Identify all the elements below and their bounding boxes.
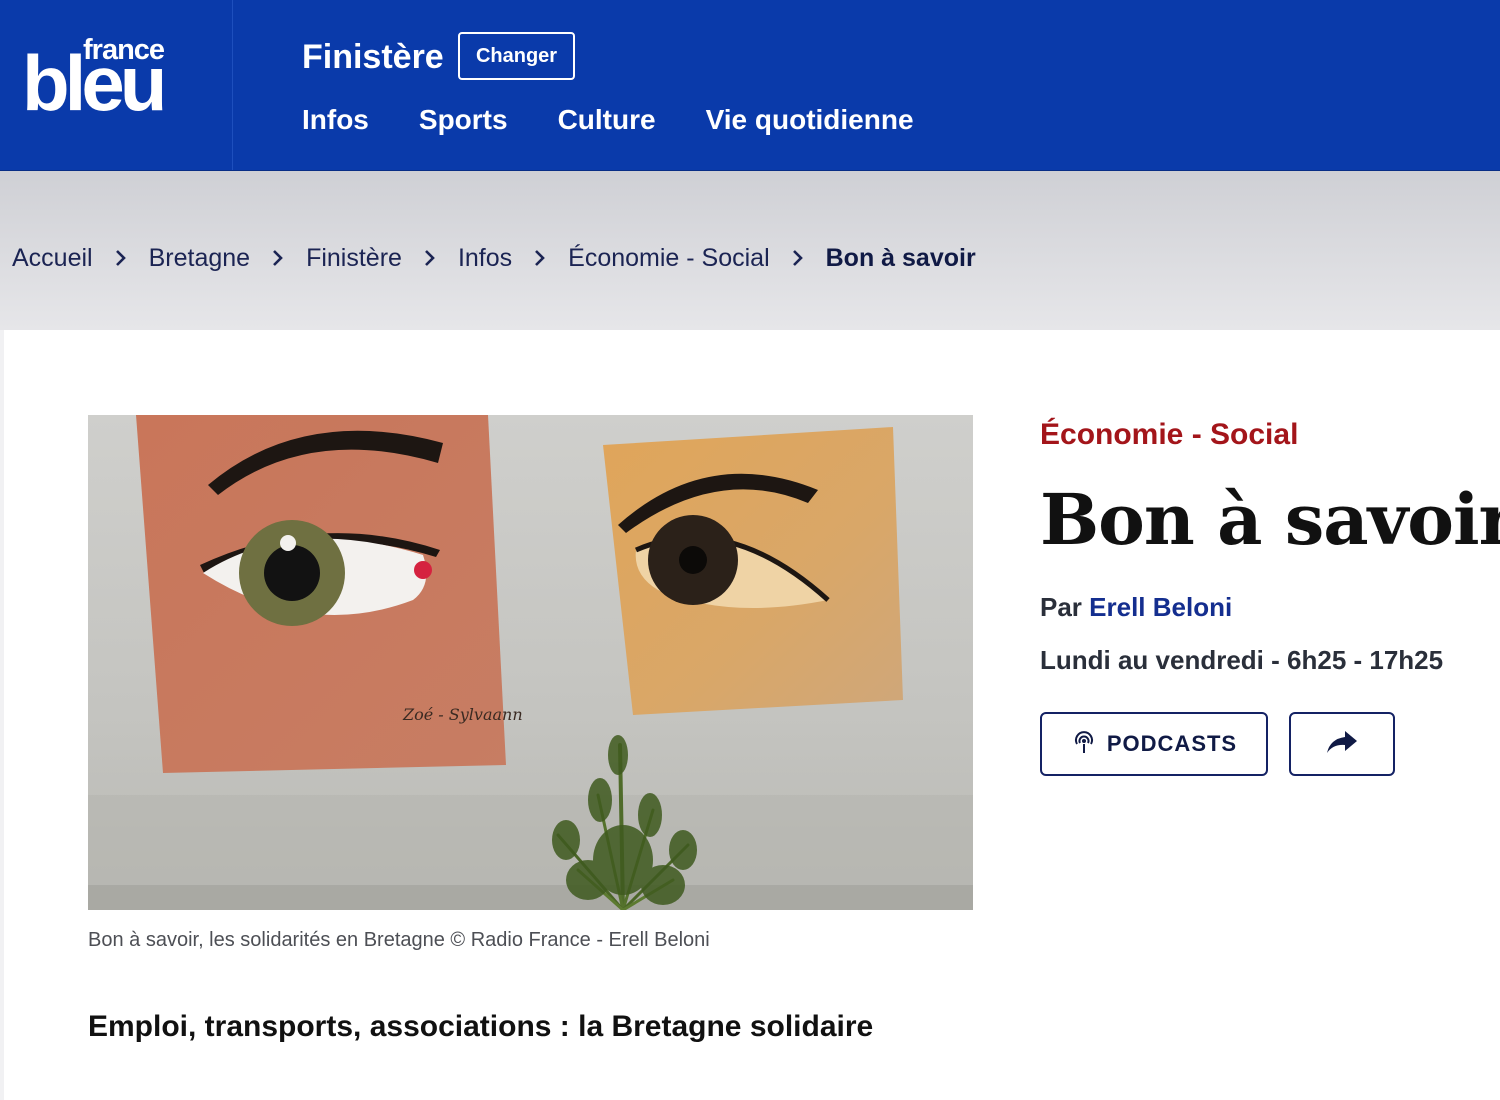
mural-illustration: Zoé - Sylvaann	[88, 415, 973, 910]
byline-prefix: Par	[1040, 592, 1082, 622]
station-name: Finistère	[302, 38, 444, 76]
main-nav: Infos Sports Culture Vie quotidienne	[302, 104, 964, 136]
nav-item-infos[interactable]: Infos	[302, 104, 369, 136]
chevron-right-icon	[93, 243, 149, 273]
share-arrow-icon	[1325, 729, 1359, 760]
chevron-right-icon	[250, 243, 306, 273]
breadcrumb-item-economie-social[interactable]: Économie - Social	[568, 244, 769, 273]
podcasts-button[interactable]: PODCASTS	[1040, 712, 1268, 776]
podcast-icon	[1071, 729, 1097, 760]
image-caption: Bon à savoir, les solidarités en Bretagn…	[88, 929, 710, 951]
france-bleu-logo[interactable]: bleu france	[0, 0, 233, 170]
article-subtitle: Emploi, transports, associations : la Br…	[88, 1010, 874, 1043]
painting-signature: Zoé - Sylvaann	[402, 705, 523, 724]
change-station-button[interactable]: Changer	[458, 32, 575, 80]
nav-item-culture[interactable]: Culture	[558, 104, 656, 136]
chevron-right-icon	[512, 243, 568, 273]
page-title: Bon à savoir	[1040, 478, 1500, 561]
author-link[interactable]: Erell Beloni	[1089, 592, 1232, 622]
breadcrumb-item-accueil[interactable]: Accueil	[12, 244, 93, 273]
chevron-right-icon	[402, 243, 458, 273]
share-button[interactable]	[1289, 712, 1395, 776]
breadcrumb: Accueil Bretagne Finistère Infos Économi…	[12, 243, 976, 273]
logo-france-text: france	[83, 34, 165, 66]
chevron-right-icon	[770, 243, 826, 273]
category-link[interactable]: Économie - Social	[1040, 418, 1298, 452]
nav-item-sports[interactable]: Sports	[419, 104, 508, 136]
site-header: bleu france Finistère Changer Infos Spor…	[0, 0, 1500, 171]
breadcrumb-item-bretagne[interactable]: Bretagne	[149, 244, 250, 273]
podcasts-label: PODCASTS	[1106, 731, 1238, 756]
byline: Par Erell Beloni	[1040, 592, 1232, 623]
breadcrumb-item-current: Bon à savoir	[825, 243, 976, 272]
hero-image: Zoé - Sylvaann	[88, 415, 973, 910]
breadcrumb-item-infos[interactable]: Infos	[458, 244, 512, 273]
nav-item-vie-quotidienne[interactable]: Vie quotidienne	[706, 104, 914, 136]
broadcast-schedule: Lundi au vendredi - 6h25 - 17h25	[1040, 645, 1444, 675]
breadcrumb-item-finistere[interactable]: Finistère	[306, 244, 402, 273]
